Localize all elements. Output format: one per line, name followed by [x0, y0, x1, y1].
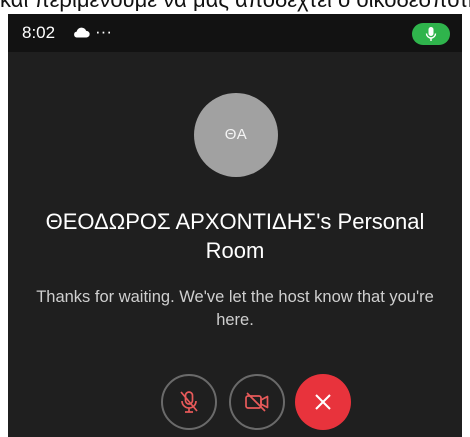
caption-text: και περιμένουμε να μας αποδεχτεί ο οικοδ…	[0, 0, 470, 12]
microphone-muted-icon	[180, 391, 198, 413]
caption-strip: και περιμένουμε να μας αποδεχτεί ο οικοδ…	[0, 0, 470, 14]
video-off-icon	[245, 392, 269, 412]
status-bar: 8:02 ···	[8, 14, 462, 52]
avatar: ΘΑ	[194, 93, 278, 177]
cloud-icon	[74, 27, 90, 38]
leave-button[interactable]	[295, 374, 351, 430]
meeting-screen: 8:02 ··· ΘΑ ΘΕΟΔΩΡΟΣ ΑΡΧΟΝΤΙΔΗΣ's Person…	[8, 14, 462, 437]
status-time: 8:02	[22, 23, 56, 42]
room-title: ΘΕΟΔΩΡΟΣ ΑΡΧΟΝΤΙΔΗΣ's Personal Room	[45, 209, 425, 263]
mute-button[interactable]	[161, 374, 217, 430]
video-toggle-button[interactable]	[229, 374, 285, 430]
waiting-message: Thanks for waiting. We've let the host k…	[36, 288, 434, 329]
more-icon: ···	[95, 22, 112, 41]
microphone-active-icon	[425, 27, 437, 41]
microphone-active-pill[interactable]	[412, 23, 450, 45]
close-icon	[315, 394, 331, 410]
